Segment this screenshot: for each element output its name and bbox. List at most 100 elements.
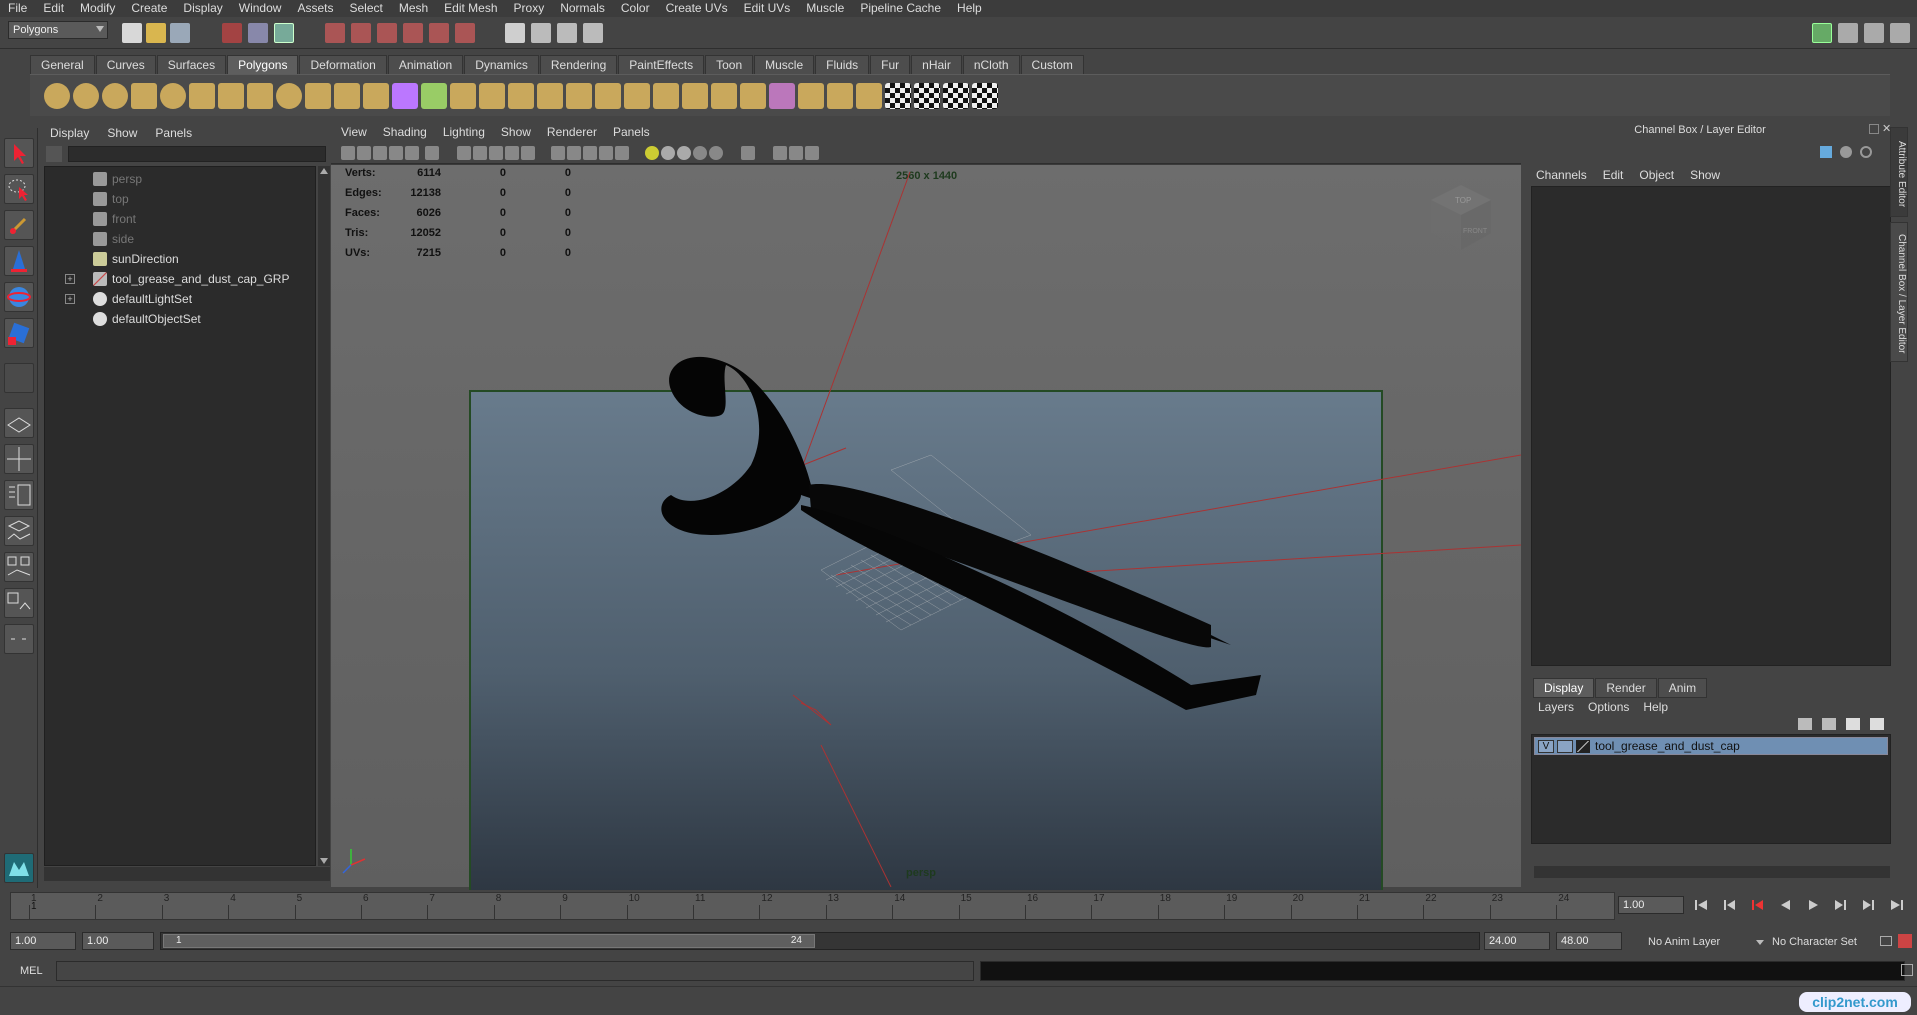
channel-box-tab[interactable]: Channel Box / Layer Editor xyxy=(1890,222,1908,362)
poly-torus-icon[interactable] xyxy=(189,83,215,109)
shelf-tab-painteffects[interactable]: PaintEffects xyxy=(618,55,705,74)
select-object-icon[interactable] xyxy=(248,23,268,43)
layout-toggle-icon[interactable] xyxy=(1890,23,1910,43)
merge-icon[interactable] xyxy=(624,83,650,109)
snap-curve-icon[interactable] xyxy=(351,23,371,43)
script-editor-layout-icon[interactable] xyxy=(4,588,34,618)
checker-uv-icon[interactable] xyxy=(914,83,940,109)
menu-muscle[interactable]: Muscle xyxy=(798,0,852,17)
insert-edge-loop-icon[interactable] xyxy=(508,83,534,109)
go-to-start-icon[interactable] xyxy=(1694,898,1708,912)
character-set-dropdown[interactable]: No Character Set xyxy=(1772,936,1857,948)
automatic-mapping-icon[interactable] xyxy=(856,83,882,109)
tool-model-upper-arm[interactable] xyxy=(809,484,1211,648)
single-pane-layout-icon[interactable] xyxy=(4,408,34,438)
command-language-label[interactable]: MEL xyxy=(20,965,43,977)
paint-select-tool-icon[interactable] xyxy=(4,210,34,240)
textured-icon[interactable] xyxy=(615,146,629,160)
menu-mesh[interactable]: Mesh xyxy=(391,0,436,17)
animation-start-field[interactable]: 1.00 xyxy=(10,932,76,950)
outliner-item[interactable]: side xyxy=(45,229,317,249)
shelf-tab-fur[interactable]: Fur xyxy=(870,55,911,74)
layer-menu-options[interactable]: Options xyxy=(1588,700,1629,714)
render-view-icon[interactable] xyxy=(505,23,525,43)
channel-box-menu-object[interactable]: Object xyxy=(1639,168,1674,182)
outliner-menu-display[interactable]: Display xyxy=(50,126,89,140)
boolean-icon[interactable] xyxy=(392,83,418,109)
current-time-field[interactable]: 1.00 xyxy=(1618,896,1684,914)
shelf-tab-rendering[interactable]: Rendering xyxy=(539,55,618,74)
make-live-icon[interactable] xyxy=(429,23,449,43)
spherical-mapping-icon[interactable] xyxy=(827,83,853,109)
wireframe-icon[interactable] xyxy=(567,146,581,160)
smooth-icon[interactable] xyxy=(363,83,389,109)
display-layer-row[interactable]: V tool_grease_and_dust_cap xyxy=(1534,737,1888,755)
last-tool-icon[interactable] xyxy=(4,363,34,393)
poly-cone-icon[interactable] xyxy=(131,83,157,109)
append-polygon-icon[interactable] xyxy=(450,83,476,109)
checker-shell-icon[interactable] xyxy=(972,83,998,109)
shelf-tab-nhair[interactable]: nHair xyxy=(911,55,962,74)
shelf-tab-animation[interactable]: Animation xyxy=(387,55,464,74)
render-settings-icon[interactable] xyxy=(583,23,603,43)
outliner-item[interactable]: + defaultLightSet xyxy=(45,289,317,309)
time-ruler[interactable]: 1 1 2 3 4 5 6 7 8 9 10 11 12 13 14 15 16 17 18 19 20 21 22 23 2… xyxy=(10,892,1615,920)
scroll-down-icon[interactable] xyxy=(320,858,328,864)
cylindrical-mapping-icon[interactable] xyxy=(798,83,824,109)
snap-view-plane-icon[interactable] xyxy=(403,23,423,43)
shelf-tab-muscle[interactable]: Muscle xyxy=(754,55,815,74)
open-scene-icon[interactable] xyxy=(146,23,166,43)
default-material-icon[interactable] xyxy=(599,146,613,160)
filter-icon[interactable] xyxy=(46,146,62,162)
layer-horizontal-scrollbar[interactable] xyxy=(1534,866,1890,878)
shelf-tab-deformation[interactable]: Deformation xyxy=(299,55,387,74)
field-chart-icon[interactable] xyxy=(489,146,503,160)
channel-box-menu-edit[interactable]: Edit xyxy=(1603,168,1624,182)
layer-color-swatch[interactable] xyxy=(1576,740,1590,753)
anti-alias-icon[interactable] xyxy=(709,146,723,160)
range-slider[interactable]: 1 24 xyxy=(160,932,1480,950)
shelf-tab-ncloth[interactable]: nCloth xyxy=(962,55,1020,74)
shelf-tab-toon[interactable]: Toon xyxy=(705,55,754,74)
outliner-item[interactable]: defaultObjectSet xyxy=(45,309,317,329)
layer-tab-anim[interactable]: Anim xyxy=(1657,678,1708,698)
poly-plane-icon[interactable] xyxy=(160,83,186,109)
poly-cylinder-icon[interactable] xyxy=(102,83,128,109)
shelf-tab-polygons[interactable]: Polygons xyxy=(227,55,299,74)
outliner-item[interactable]: front xyxy=(45,209,317,229)
four-pane-layout-icon[interactable] xyxy=(4,444,34,474)
channel-box-menu-channels[interactable]: Channels xyxy=(1536,168,1587,182)
go-to-end-icon[interactable] xyxy=(1890,898,1904,912)
safe-title-icon[interactable] xyxy=(521,146,535,160)
new-layer-icon[interactable] xyxy=(1822,718,1836,730)
bookmarks-icon[interactable] xyxy=(373,146,387,160)
select-camera-icon[interactable] xyxy=(341,146,355,160)
outliner-item[interactable]: persp xyxy=(45,169,317,189)
menu-edit-mesh[interactable]: Edit Mesh xyxy=(436,0,505,17)
extrude-icon[interactable] xyxy=(566,83,592,109)
play-backwards-icon[interactable] xyxy=(1778,898,1792,912)
shelf-tab-general[interactable]: General xyxy=(30,55,95,74)
menu-create[interactable]: Create xyxy=(123,0,175,17)
move-tool-icon[interactable] xyxy=(4,246,34,276)
menu-edit[interactable]: Edit xyxy=(35,0,72,17)
range-slider-handle[interactable]: 1 24 xyxy=(163,934,815,948)
snap-point-icon[interactable] xyxy=(377,23,397,43)
menu-edit-uvs[interactable]: Edit UVs xyxy=(736,0,799,17)
planar-mapping-icon[interactable] xyxy=(769,83,795,109)
xray-icon[interactable] xyxy=(773,146,787,160)
render-frame-icon[interactable] xyxy=(531,23,551,43)
viewport-menu-view[interactable]: View xyxy=(341,125,367,139)
shelf-tab-surfaces[interactable]: Surfaces xyxy=(156,55,227,74)
grid-icon[interactable] xyxy=(551,146,565,160)
outliner-vertical-scrollbar[interactable] xyxy=(318,166,330,866)
hypershade-layout-icon[interactable] xyxy=(4,552,34,582)
snap-grid-icon[interactable] xyxy=(325,23,345,43)
play-forwards-icon[interactable] xyxy=(1806,898,1820,912)
outliner-menu-show[interactable]: Show xyxy=(107,126,137,140)
menu-help[interactable]: Help xyxy=(949,0,990,17)
animation-preferences-icon[interactable] xyxy=(1898,934,1912,948)
viewport-menu-panels[interactable]: Panels xyxy=(613,125,650,139)
viewport-menu-shading[interactable]: Shading xyxy=(383,125,427,139)
step-forward-key-icon[interactable] xyxy=(1862,898,1876,912)
